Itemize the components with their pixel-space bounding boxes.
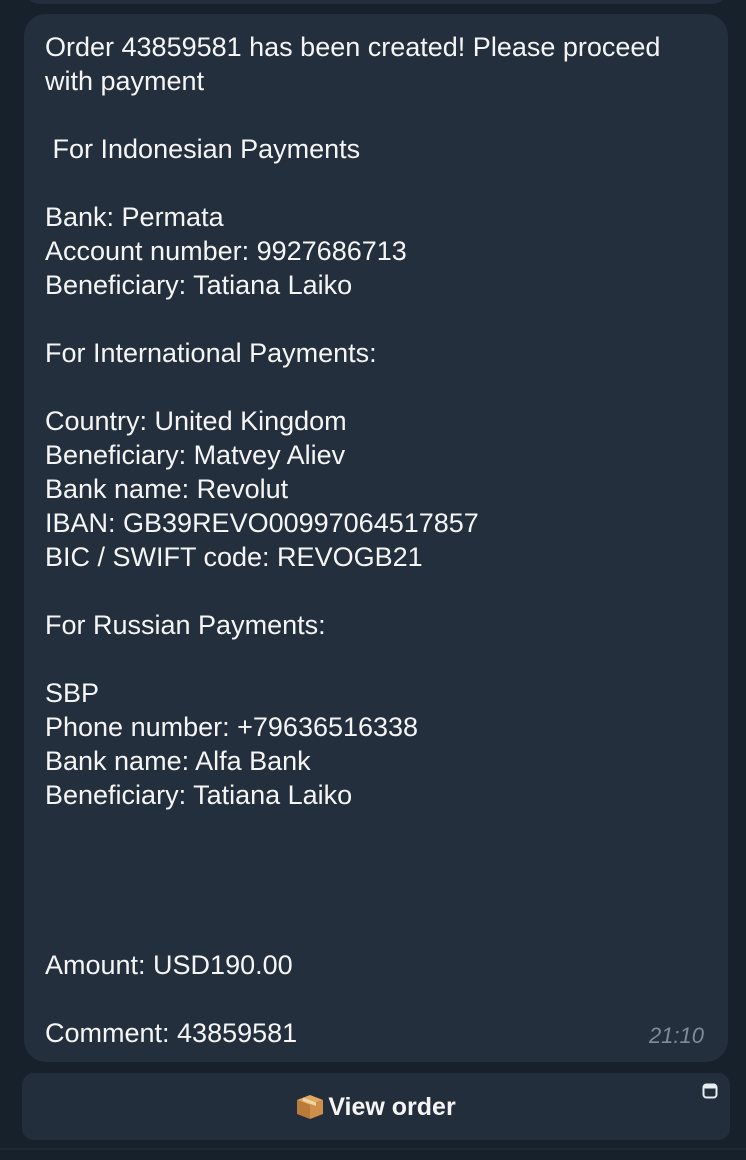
message-text: Order 43859581 has been created! Please … [45,32,661,1048]
message-time: 21:10 [648,1023,704,1048]
package-icon [296,1094,324,1120]
divider [0,1148,746,1150]
view-order-button[interactable]: View order [22,1073,730,1140]
web-app-icon [702,1083,718,1099]
view-order-label-group: View order [296,1092,456,1122]
message-bubble: Order 43859581 has been created! Please … [24,14,728,1062]
view-order-label: View order [328,1092,456,1121]
previous-message-bubble [24,0,728,4]
